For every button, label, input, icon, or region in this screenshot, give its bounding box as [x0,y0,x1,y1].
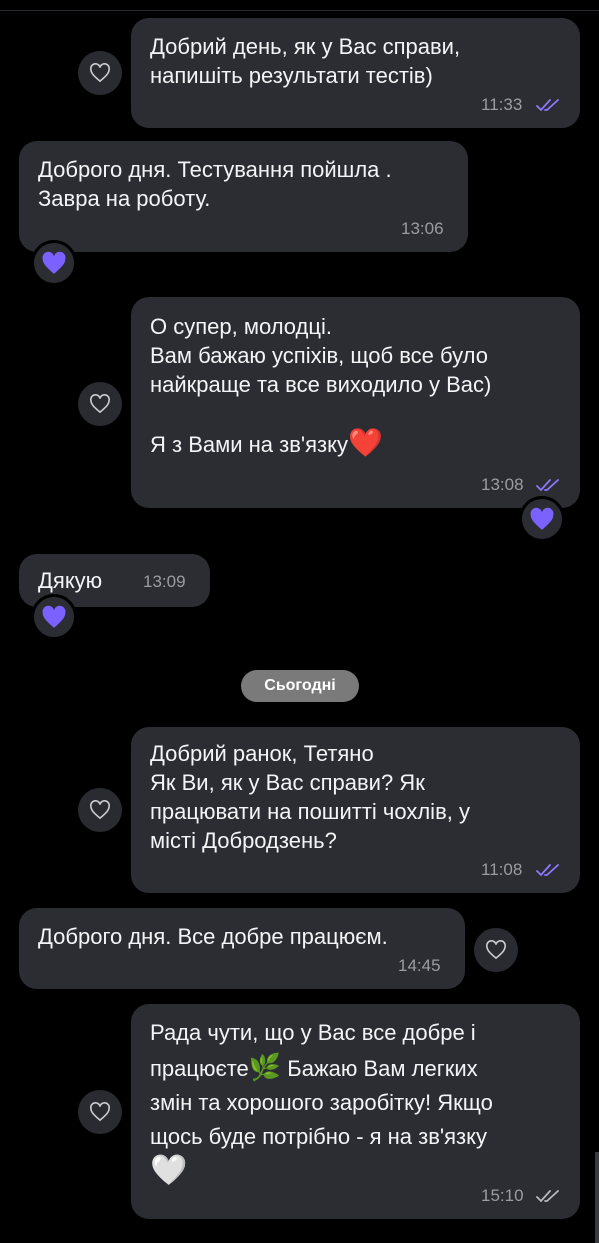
double-check-icon [536,1190,559,1203]
message-text: Доброго дня. Все добре працюєм. [38,924,388,949]
purple-heart-icon [42,605,66,628]
react-heart-button[interactable] [78,788,122,832]
message-time: 15:10 [481,1186,524,1205]
double-check-icon [536,864,559,877]
message-time: 13:06 [401,219,444,238]
message-bubble-incoming[interactable]: Доброго дня. Тестування пойшла . Завра н… [19,141,468,252]
message-bubble-outgoing[interactable]: Добрий день, як у Вас справи, напишіть р… [131,18,580,128]
message-bubble-outgoing[interactable]: Добрий ранок, Тетяно Як Ви, як у Вас спр… [131,727,580,893]
heart-outline-icon [90,800,110,820]
react-heart-button[interactable] [78,382,122,426]
message-text: О супер, молодці. Вам бажаю успіхів, щоб… [150,312,570,459]
double-check-icon [536,99,559,112]
heart-outline-icon [486,940,506,960]
leaf-emoji: 🌿 [248,1052,282,1082]
message-time: 13:09 [143,572,186,591]
message-text: Добрий день, як у Вас справи, напишіть р… [150,34,461,88]
react-heart-button[interactable] [474,928,518,972]
heart-outline-icon [90,1102,110,1122]
reaction-badge[interactable] [31,240,77,286]
message-line: працюєте [150,1056,249,1081]
reaction-badge[interactable] [519,496,565,542]
message-time: 11:33 [481,95,523,114]
date-separator: Сьогодні [241,670,359,702]
message-bubble-incoming[interactable]: Доброго дня. Все добре працюєм. 14:45 [19,908,465,989]
message-time: 14:45 [398,956,441,975]
message-text: Дякую [38,568,103,593]
heart-outline-icon [90,394,110,414]
purple-heart-icon [42,251,66,274]
message-text: Доброго дня. Тестування пойшла . Завра н… [38,157,392,211]
heart-outline-icon [90,63,110,83]
react-heart-button[interactable] [78,51,122,95]
white-heart-emoji: 🤍 [150,1154,188,1187]
message-line: Бажаю Вам легких [281,1056,478,1081]
message-line: змін та хорошого заробітку! Якщо щось бу… [150,1090,493,1149]
red-heart-emoji: ❤️ [347,427,383,458]
message-time: 11:08 [481,860,523,879]
message-text: Рада чути, що у Вас все добре і працюєте… [150,1016,493,1190]
top-divider [0,10,599,11]
scrollbar[interactable] [595,1152,599,1243]
message-bubble-outgoing[interactable]: Рада чути, що у Вас все добре і працюєте… [131,1004,580,1219]
message-line: Рада чути, що у Вас все добре і [150,1020,476,1045]
message-text-body: О супер, молодці. Вам бажаю успіхів, щоб… [150,314,492,457]
double-check-icon [536,479,559,492]
purple-heart-icon [530,507,554,530]
reaction-badge[interactable] [31,594,77,640]
react-heart-button[interactable] [78,1090,122,1134]
message-bubble-outgoing[interactable]: О супер, молодці. Вам бажаю успіхів, щоб… [131,297,580,508]
message-text: Добрий ранок, Тетяно Як Ви, як у Вас спр… [150,741,470,853]
message-time: 13:08 [481,475,524,494]
